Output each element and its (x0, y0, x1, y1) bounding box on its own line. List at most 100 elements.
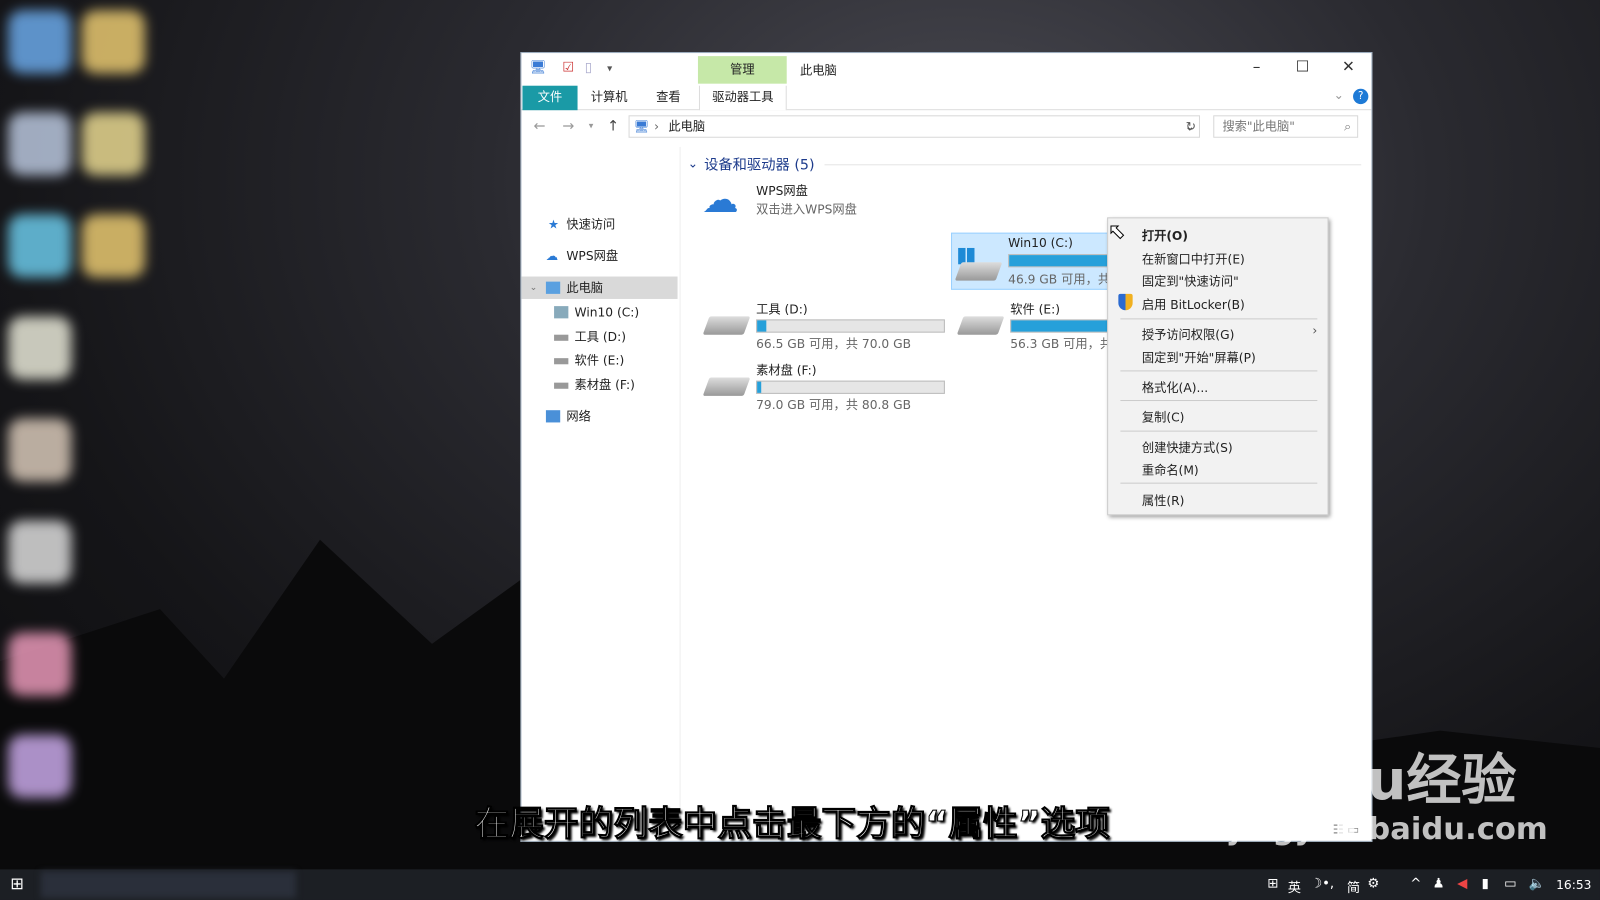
start-button[interactable]: ⊞ (10, 873, 24, 892)
minimize-button[interactable]: – (1234, 57, 1280, 79)
computer-icon: 🖥 (633, 119, 650, 134)
tab-view[interactable]: 查看 (644, 86, 693, 110)
menu-item-open-new-window[interactable]: 在新窗口中打开(E) (1142, 250, 1245, 267)
drive-d[interactable]: 工具 (D:) 66.5 GB 可用，共 70.0 GB (700, 294, 949, 351)
tree-item-wps[interactable]: ☁ WPS网盘 (521, 245, 677, 267)
context-menu: 打开(O) 在新窗口中打开(E) 固定到"快速访问" 启用 BitLocker(… (1107, 217, 1329, 516)
tree-item-drive-e[interactable]: 软件 (E:) (521, 349, 677, 371)
moon-icon[interactable]: ☽•, (1310, 877, 1334, 892)
tree-label: 软件 (E:) (574, 353, 625, 368)
drive-icon (554, 382, 569, 389)
desktop-icon[interactable] (81, 214, 145, 278)
tree-label: 工具 (D:) (574, 329, 626, 344)
menu-item-pin-start[interactable]: 固定到"开始"屏幕(P) (1142, 349, 1256, 366)
expand-ribbon-icon[interactable]: ⌄ (1334, 88, 1344, 102)
menu-item-rename[interactable]: 重命名(M) (1142, 461, 1199, 478)
computer-icon (545, 281, 561, 294)
show-hidden-icons[interactable]: ^ (1410, 877, 1421, 892)
microphone-icon[interactable]: ▮ (1482, 877, 1489, 892)
shield-icon (1118, 293, 1133, 311)
recent-locations-icon[interactable]: ▾ (589, 121, 594, 131)
desktop-icon[interactable] (81, 10, 145, 74)
drive-name: 工具 (D:) (756, 302, 808, 317)
watermark-brand: Baidu经验 (1229, 747, 1517, 813)
wps-drive[interactable]: ☁ WPS网盘 双击进入WPS网盘 (700, 180, 949, 237)
maximize-button[interactable]: ☐ (1280, 57, 1326, 79)
qq-icon[interactable]: ♟ (1433, 877, 1445, 892)
tab-computer[interactable]: 计算机 (579, 86, 640, 110)
desktop-icon[interactable] (8, 112, 72, 176)
menu-separator (1120, 370, 1318, 372)
volume-icon[interactable]: 🔈 (1529, 877, 1546, 892)
taskbar: ⊞ ⊞ 英 ☽•, 简 ⚙ ^ ♟ ◀ ▮ ▭ 🔈 16:53 (0, 869, 1600, 900)
properties-icon[interactable]: ☑ (562, 60, 574, 75)
drive-size: 56.3 GB 可用，共 (1010, 336, 1113, 352)
ime-language[interactable]: 英 (1288, 877, 1301, 896)
mouse-cursor-icon: ⬉ (1108, 218, 1126, 244)
refresh-icon[interactable]: ↻ (1186, 119, 1196, 133)
customize-toolbar-icon[interactable]: ▾ (607, 63, 612, 74)
drive-size: 66.5 GB 可用，共 70.0 GB (756, 336, 911, 352)
tab-file[interactable]: 文件 (522, 85, 578, 111)
ime-grid-icon[interactable]: ⊞ (1267, 877, 1278, 892)
menu-item-open[interactable]: 打开(O) (1142, 227, 1188, 244)
tree-item-drive-c[interactable]: Win10 (C:) (521, 301, 677, 323)
drive-f[interactable]: 素材盘 (F:) 79.0 GB 可用，共 80.8 GB (700, 355, 949, 412)
ime-mode[interactable]: 简 (1347, 877, 1360, 896)
cloud-icon: ☁ (702, 179, 739, 222)
drive-icon (702, 316, 751, 335)
ribbon: 文件 计算机 查看 驱动器工具 ⌄ ? (521, 84, 1372, 111)
tree-item-drive-f[interactable]: 素材盘 (F:) (521, 373, 677, 395)
menu-item-properties[interactable]: 属性(R) (1142, 492, 1185, 509)
back-button[interactable]: ← (534, 118, 546, 134)
desktop-icon[interactable] (8, 10, 72, 74)
menu-item-copy[interactable]: 复制(C) (1142, 408, 1185, 425)
breadcrumb[interactable]: 此电脑 (668, 119, 705, 133)
taskbar-apps[interactable] (40, 871, 296, 898)
address-input[interactable]: 🖥 › 此电脑 ⌄ (628, 115, 1200, 138)
desktop-icon[interactable] (8, 418, 72, 482)
forward-button[interactable]: → (562, 118, 574, 134)
tree-item-drive-d[interactable]: 工具 (D:) (521, 326, 677, 348)
desktop-icon[interactable] (8, 316, 72, 380)
network-icon (545, 410, 561, 423)
drive-size: 46.9 GB 可用，共 (1008, 272, 1111, 287)
usage-bar (756, 380, 945, 394)
tree-item-this-pc[interactable]: ⌄ 此电脑 (521, 276, 678, 299)
menu-separator (1120, 318, 1318, 320)
desktop-icon[interactable] (8, 520, 72, 584)
desktop-icon[interactable] (8, 214, 72, 278)
clock[interactable]: 16:53 (1556, 878, 1591, 892)
menu-item-format[interactable]: 格式化(A)... (1142, 379, 1208, 396)
tree-item-quick-access[interactable]: ★ 快速访问 (521, 213, 677, 235)
close-button[interactable]: ✕ (1325, 57, 1371, 79)
search-input[interactable]: 搜索"此电脑" ⌕ (1213, 115, 1359, 138)
chevron-down-icon[interactable]: ⌄ (688, 156, 698, 170)
help-icon[interactable]: ? (1353, 88, 1369, 105)
new-folder-icon[interactable]: ▯ (585, 60, 592, 75)
alert-icon[interactable]: ◀ (1457, 877, 1467, 892)
tree-item-network[interactable]: 网络 (521, 405, 677, 427)
watermark-url: jingyan.baidu.com (1229, 811, 1548, 847)
network-icon[interactable]: ▭ (1504, 877, 1517, 892)
desktop-icon[interactable] (8, 734, 72, 798)
drive-icon (554, 306, 569, 319)
chevron-down-icon[interactable]: ⌄ (530, 277, 538, 299)
menu-item-create-shortcut[interactable]: 创建快捷方式(S) (1142, 439, 1233, 456)
menu-item-pin-quick-access[interactable]: 固定到"快速访问" (1142, 272, 1239, 289)
chevron-right-icon: › (1312, 323, 1318, 338)
cloud-icon: ☁ (545, 248, 559, 264)
menu-item-bitlocker[interactable]: 启用 BitLocker(B) (1142, 296, 1245, 313)
window-title: 此电脑 (799, 63, 837, 78)
desktop-icon[interactable] (8, 632, 72, 696)
settings-icon[interactable]: ⚙ (1367, 877, 1379, 892)
group-header[interactable]: 设备和驱动器 (5) (704, 154, 814, 174)
tab-manage[interactable]: 管理 (697, 56, 787, 84)
group-divider (824, 164, 1362, 166)
tab-drive-tools[interactable]: 驱动器工具 (698, 85, 787, 111)
up-button[interactable]: ↑ (607, 118, 619, 134)
menu-item-grant-access[interactable]: 授予访问权限(G) (1142, 326, 1235, 343)
usage-fill (757, 381, 761, 393)
tree-label: 网络 (566, 409, 591, 424)
desktop-icon[interactable] (81, 112, 145, 176)
